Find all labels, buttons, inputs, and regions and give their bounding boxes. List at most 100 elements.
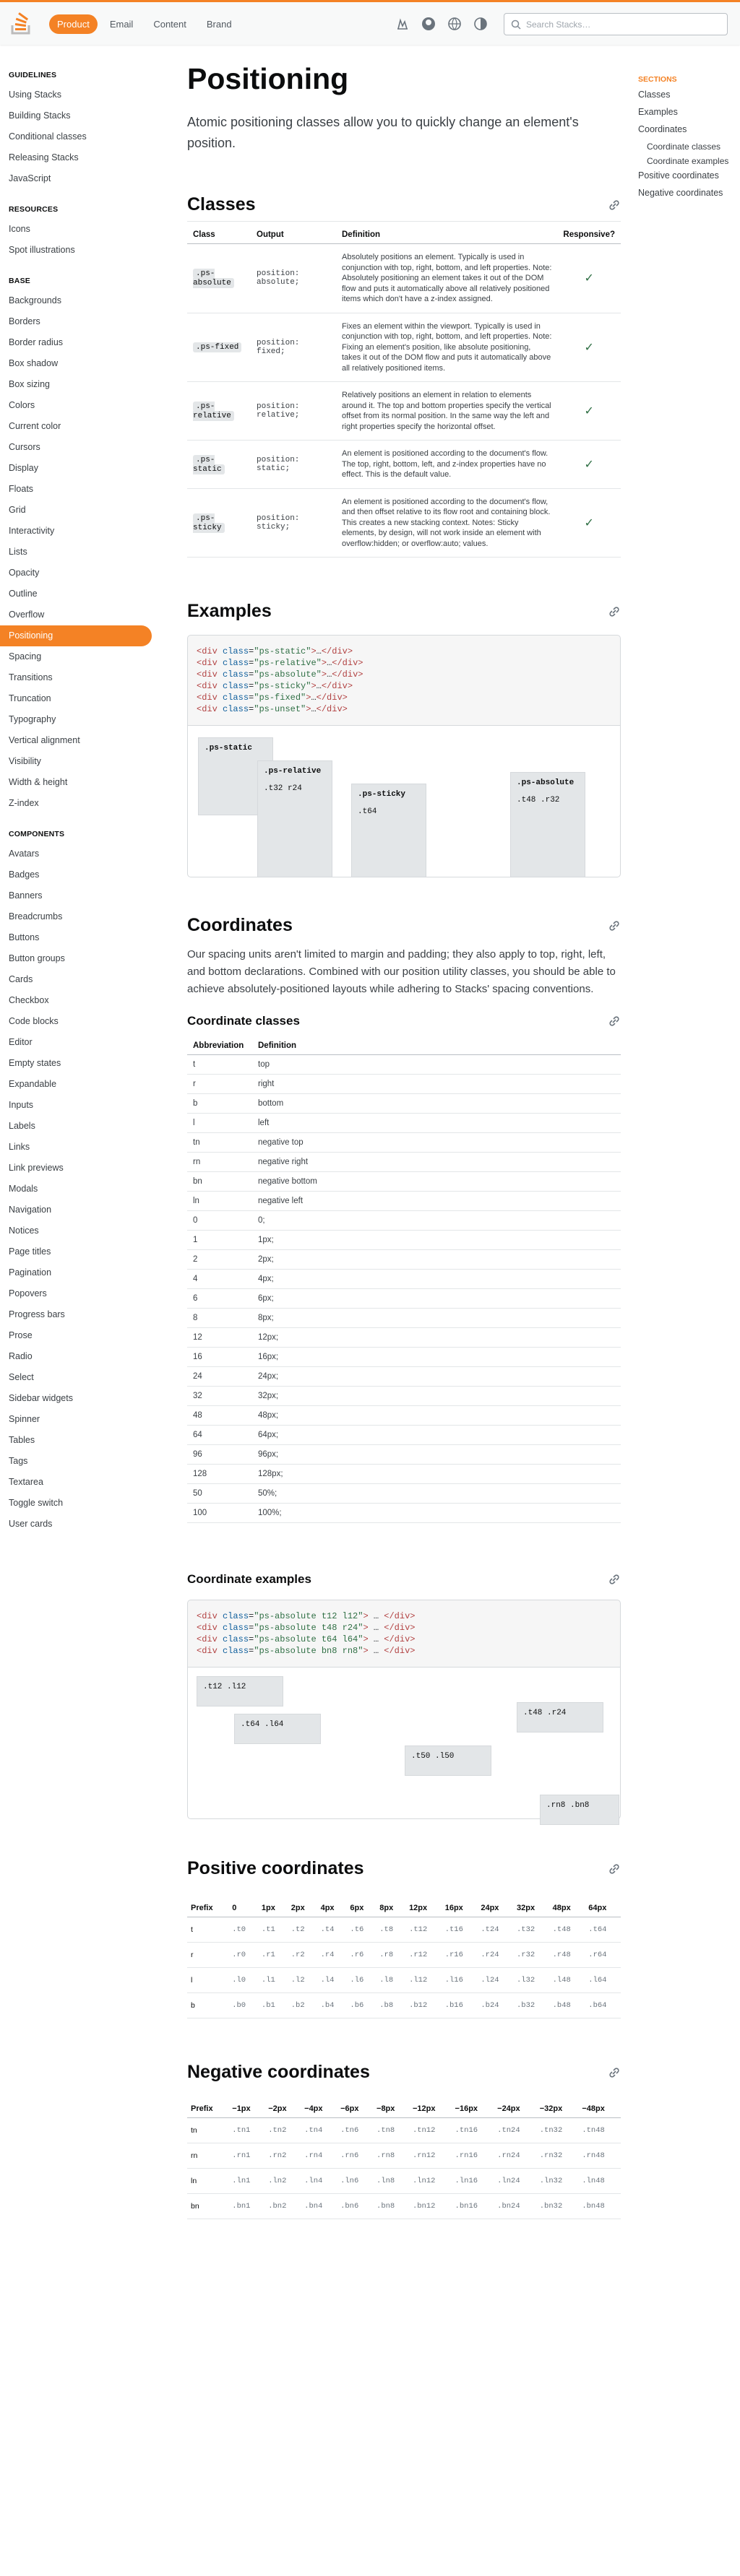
sidebar-item-badges[interactable]: Badges	[0, 864, 152, 885]
coord-definition: negative top	[252, 1132, 621, 1153]
sidebar-item-width-height[interactable]: Width & height	[0, 772, 152, 793]
link-icon[interactable]	[608, 199, 621, 212]
sidebar-item-notices[interactable]: Notices	[0, 1220, 152, 1241]
sidebar-item-link-previews[interactable]: Link previews	[0, 1158, 152, 1179]
search-input[interactable]: Search Stacks…	[504, 13, 728, 35]
sidebar-item-typography[interactable]: Typography	[0, 709, 152, 730]
sidebar-item-cursors[interactable]: Cursors	[0, 437, 152, 458]
sidebar-item-outline[interactable]: Outline	[0, 584, 152, 604]
link-icon[interactable]	[608, 1015, 621, 1028]
sidebar-item-positioning[interactable]: Positioning	[0, 625, 152, 646]
sidebar-item-transitions[interactable]: Transitions	[0, 667, 152, 688]
coord-definition: 8px;	[252, 1308, 621, 1328]
output-cell: position: fixed;	[251, 313, 336, 382]
sidebar-item-colors[interactable]: Colors	[0, 395, 152, 416]
sidebar-item-overflow[interactable]: Overflow	[0, 604, 152, 625]
sidebar-item-releasing-stacks[interactable]: Releasing Stacks	[0, 147, 152, 168]
sidebar-item-borders[interactable]: Borders	[0, 311, 152, 332]
toc-item-coordinate-examples[interactable]: Coordinate examples	[638, 156, 739, 166]
link-icon[interactable]	[608, 605, 621, 618]
sidebar-item-tables[interactable]: Tables	[0, 1430, 152, 1451]
sidebar-item-building-stacks[interactable]: Building Stacks	[0, 105, 152, 126]
figma-icon[interactable]	[395, 16, 410, 32]
sidebar-item-cards[interactable]: Cards	[0, 969, 152, 990]
sidebar-item-conditional-classes[interactable]: Conditional classes	[0, 126, 152, 147]
sidebar-item-border-radius[interactable]: Border radius	[0, 332, 152, 353]
sidebar-item-grid[interactable]: Grid	[0, 500, 152, 521]
nav-tab-email[interactable]: Email	[102, 14, 142, 34]
sidebar-item-spacing[interactable]: Spacing	[0, 646, 152, 667]
sidebar-item-links[interactable]: Links	[0, 1137, 152, 1158]
sidebar-item-breadcrumbs[interactable]: Breadcrumbs	[0, 906, 152, 927]
sidebar-item-box-sizing[interactable]: Box sizing	[0, 374, 152, 395]
sidebar-item-truncation[interactable]: Truncation	[0, 688, 152, 709]
sidebar-item-empty-states[interactable]: Empty states	[0, 1053, 152, 1074]
negative-class: .tn6	[337, 2117, 374, 2143]
sidebar-item-tags[interactable]: Tags	[0, 1451, 152, 1472]
sidebar-item-code-blocks[interactable]: Code blocks	[0, 1011, 152, 1032]
sidebar-item-lists[interactable]: Lists	[0, 542, 152, 563]
positive-col-header: 32px	[512, 1899, 549, 1917]
sidebar-item-javascript[interactable]: JavaScript	[0, 168, 152, 189]
link-icon[interactable]	[608, 1862, 621, 1875]
sidebar-item-select[interactable]: Select	[0, 1367, 152, 1388]
sidebar-item-opacity[interactable]: Opacity	[0, 563, 152, 584]
sidebar-item-modals[interactable]: Modals	[0, 1179, 152, 1200]
sidebar-item-spinner[interactable]: Spinner	[0, 1409, 152, 1430]
link-icon[interactable]	[608, 919, 621, 932]
positive-class: .l64	[585, 1967, 621, 1993]
sidebar-item-box-shadow[interactable]: Box shadow	[0, 353, 152, 374]
sidebar-item-user-cards[interactable]: User cards	[0, 1514, 152, 1535]
sidebar-item-banners[interactable]: Banners	[0, 885, 152, 906]
sidebar-item-popovers[interactable]: Popovers	[0, 1283, 152, 1304]
sidebar-item-editor[interactable]: Editor	[0, 1032, 152, 1053]
sidebar-item-prose[interactable]: Prose	[0, 1325, 152, 1346]
sidebar-item-vertical-alignment[interactable]: Vertical alignment	[0, 730, 152, 751]
positive-class: .r4	[317, 1942, 347, 1968]
sidebar-item-current-color[interactable]: Current color	[0, 416, 152, 437]
sidebar-item-radio[interactable]: Radio	[0, 1346, 152, 1367]
sidebar-item-checkbox[interactable]: Checkbox	[0, 990, 152, 1011]
sidebar-item-inputs[interactable]: Inputs	[0, 1095, 152, 1116]
sidebar-item-buttons[interactable]: Buttons	[0, 927, 152, 948]
negative-class: .ln1	[228, 2168, 265, 2194]
sidebar-item-navigation[interactable]: Navigation	[0, 1200, 152, 1220]
sidebar-item-avatars[interactable]: Avatars	[0, 844, 152, 864]
sidebar-item-visibility[interactable]: Visibility	[0, 751, 152, 772]
toc-item-positive-coordinates[interactable]: Positive coordinates	[638, 170, 739, 181]
toc-item-coordinate-classes[interactable]: Coordinate classes	[638, 142, 739, 152]
classes-table-row: .ps-fixed position: fixed; Fixes an elemen…	[187, 313, 621, 382]
sidebar-item-pagination[interactable]: Pagination	[0, 1262, 152, 1283]
sidebar-item-icons[interactable]: Icons	[0, 219, 152, 240]
sidebar-item-display[interactable]: Display	[0, 458, 152, 479]
stacks-logo-icon[interactable]	[10, 11, 33, 35]
sidebar-item-progress-bars[interactable]: Progress bars	[0, 1304, 152, 1325]
sidebar-item-using-stacks[interactable]: Using Stacks	[0, 84, 152, 105]
sidebar-item-sidebar-widgets[interactable]: Sidebar widgets	[0, 1388, 152, 1409]
toc-item-negative-coordinates[interactable]: Negative coordinates	[638, 188, 739, 198]
sidebar-item-toggle-switch[interactable]: Toggle switch	[0, 1493, 152, 1514]
nav-tab-content[interactable]: Content	[145, 14, 194, 34]
sidebar-item-textarea[interactable]: Textarea	[0, 1472, 152, 1493]
positive-class: .t16	[441, 1917, 478, 1943]
link-icon[interactable]	[608, 2066, 621, 2079]
sidebar-item-interactivity[interactable]: Interactivity	[0, 521, 152, 542]
sidebar-item-floats[interactable]: Floats	[0, 479, 152, 500]
nav-tab-brand[interactable]: Brand	[199, 14, 240, 34]
toc-item-classes[interactable]: Classes	[638, 90, 739, 100]
toc-item-examples[interactable]: Examples	[638, 107, 739, 117]
globe-icon[interactable]	[447, 16, 462, 32]
sidebar-item-page-titles[interactable]: Page titles	[0, 1241, 152, 1262]
nav-tab-product[interactable]: Product	[49, 14, 98, 34]
github-icon[interactable]	[421, 16, 436, 32]
sidebar-item-button-groups[interactable]: Button groups	[0, 948, 152, 969]
sidebar-item-z-index[interactable]: Z-index	[0, 793, 152, 814]
sidebar-item-labels[interactable]: Labels	[0, 1116, 152, 1137]
link-icon[interactable]	[608, 1573, 621, 1586]
sidebar-item-expandable[interactable]: Expandable	[0, 1074, 152, 1095]
coord-definition: 96px;	[252, 1444, 621, 1465]
toc-item-coordinates[interactable]: Coordinates	[638, 124, 739, 134]
sidebar-item-spot-illustrations[interactable]: Spot illustrations	[0, 240, 152, 261]
theme-toggle-icon[interactable]	[473, 16, 489, 32]
sidebar-item-backgrounds[interactable]: Backgrounds	[0, 290, 152, 311]
